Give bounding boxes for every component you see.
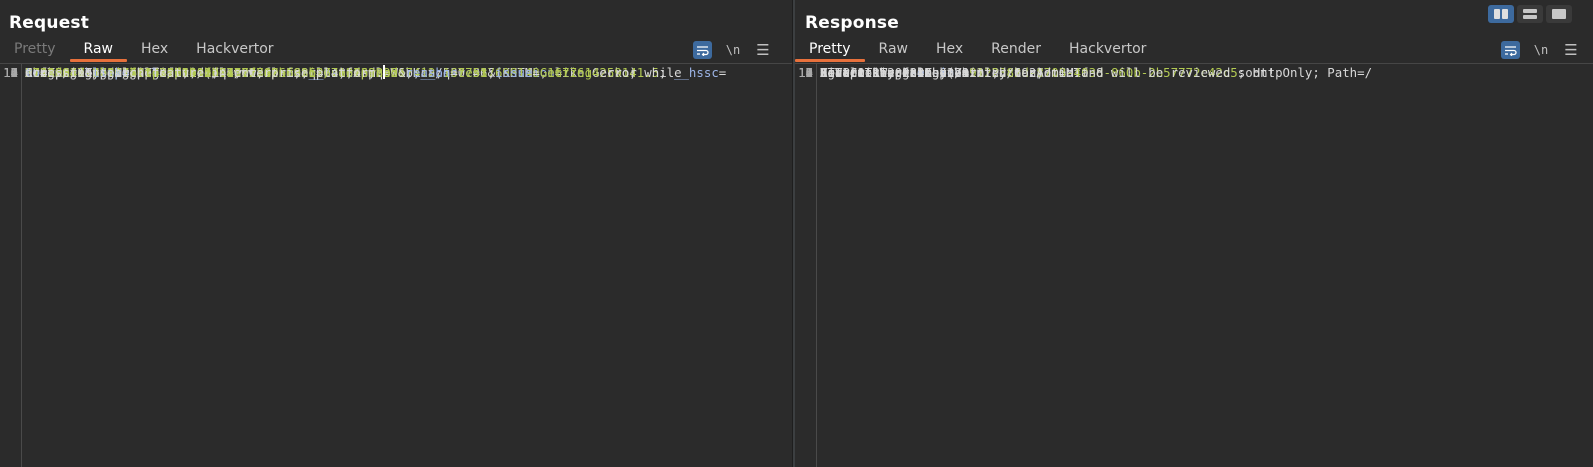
wrap-icon: [1505, 45, 1517, 56]
hamburger-menu-icon[interactable]: ☰: [748, 40, 778, 60]
line-number: 13: [798, 65, 813, 80]
single-pane-icon: [1552, 9, 1566, 19]
layout-switcher: [1488, 5, 1572, 23]
request-tabs: Pretty Raw Hex Hackvertor: [0, 38, 288, 64]
text-segment: Escalation form submitted to Admin and w…: [820, 65, 1276, 80]
word-wrap-button[interactable]: [1501, 41, 1520, 59]
response-tabs: Pretty Raw Hex Render Hackvertor: [795, 38, 1160, 64]
request-toolbar: \n ☰: [693, 40, 778, 60]
response-tab-pretty[interactable]: Pretty: [795, 38, 865, 62]
columns-icon: [1494, 9, 1508, 19]
request-tab-hackvertor[interactable]: Hackvertor: [182, 38, 287, 62]
show-newlines-button[interactable]: \n: [1526, 40, 1556, 60]
rows-icon: [1523, 9, 1537, 19]
layout-top-bottom-button[interactable]: [1517, 5, 1543, 23]
word-wrap-button[interactable]: [693, 41, 712, 59]
text-cursor: [383, 65, 386, 79]
request-tab-raw[interactable]: Raw: [69, 38, 128, 62]
request-title: Request: [9, 13, 90, 33]
text-segment: accessing search feature in enterprise p…: [25, 65, 384, 80]
line-number-gutter: [795, 64, 817, 467]
response-pane: Response Pretty Raw Hex Render Hackverto…: [795, 0, 1593, 467]
wrap-icon: [697, 45, 709, 56]
response-toolbar: \n ☰: [1501, 40, 1586, 60]
request-tab-pretty[interactable]: Pretty: [0, 38, 70, 62]
layout-single-button[interactable]: [1546, 5, 1572, 23]
response-tab-hex[interactable]: Hex: [922, 38, 977, 62]
line-text: accessing search feature in enterprise p…: [25, 65, 780, 82]
layout-side-by-side-button[interactable]: [1488, 5, 1514, 23]
show-newlines-button[interactable]: \n: [718, 40, 748, 60]
line-number-gutter: [0, 64, 22, 467]
response-tab-raw[interactable]: Raw: [865, 38, 922, 62]
request-pane: Request Pretty Raw Hex Hackvertor \n ☰ 1…: [0, 0, 792, 467]
request-editor[interactable]: 1 POST /escalate HTTP/1.1 2 Host: 10.10.11.…: [0, 64, 780, 467]
request-tab-hex[interactable]: Hex: [127, 38, 182, 62]
line-text: Escalation form submitted to Admin and w…: [820, 65, 1581, 82]
response-tab-hackvertor[interactable]: Hackvertor: [1055, 38, 1160, 62]
response-title: Response: [805, 13, 899, 33]
response-tab-render[interactable]: Render: [977, 38, 1055, 62]
hamburger-menu-icon[interactable]: ☰: [1556, 40, 1586, 60]
line-number: 14: [3, 65, 18, 80]
response-editor[interactable]: 1 HTTP/1.1 200 OK 2 Server: Werkzeug/2.1.2 …: [795, 64, 1581, 467]
